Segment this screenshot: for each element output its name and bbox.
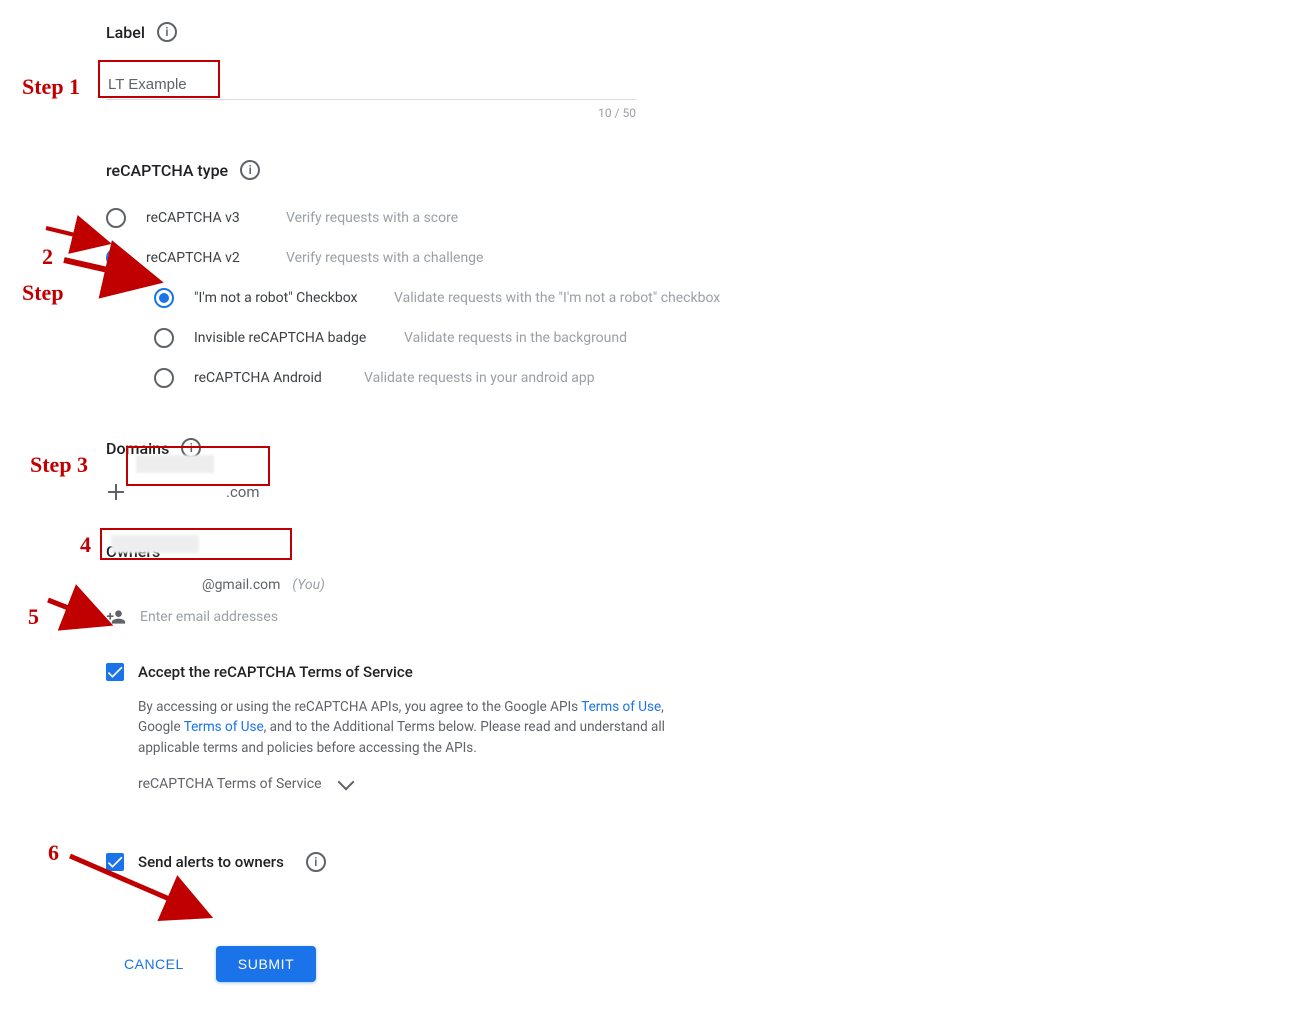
radio-v3[interactable] — [106, 208, 126, 228]
radio-v2[interactable] — [106, 248, 126, 268]
annotation-step4-text: 4 — [80, 532, 91, 558]
domain-suffix: .com — [226, 483, 260, 501]
label-title-text: Label — [106, 23, 145, 42]
info-icon[interactable]: i — [157, 22, 177, 42]
radio-v3-label: reCAPTCHA v3 — [146, 210, 266, 226]
radio-v2-invisible-desc: Validate requests in the background — [404, 330, 627, 346]
tos-link-2[interactable]: Terms of Use — [184, 719, 264, 735]
annotation-step1-text: Step 1 — [22, 74, 80, 100]
tos-expand-label: reCAPTCHA Terms of Service — [138, 776, 322, 792]
radio-v2-checkbox[interactable] — [154, 288, 174, 308]
tos-body: By accessing or using the reCAPTCHA APIs… — [138, 697, 678, 758]
submit-button[interactable]: SUBMIT — [216, 946, 317, 982]
radio-v3-desc: Verify requests with a score — [286, 210, 458, 226]
info-icon[interactable]: i — [181, 438, 201, 458]
radio-v2-invisible[interactable] — [154, 328, 174, 348]
tos-checkbox-row: Accept the reCAPTCHA Terms of Service — [106, 663, 806, 681]
radio-row-v2-android: reCAPTCHA Android Validate requests in y… — [154, 358, 806, 398]
annotation-step3-text: Step 3 — [30, 452, 88, 478]
chevron-down-icon — [337, 773, 354, 790]
radio-v2-checkbox-desc: Validate requests with the "I'm not a ro… — [394, 290, 720, 306]
radio-v2-label: reCAPTCHA v2 — [146, 250, 266, 266]
owner-row-0: @gmail.com (You) — [106, 577, 806, 593]
radio-v2-android-desc: Validate requests in your android app — [364, 370, 595, 386]
type-section-title: reCAPTCHA type i — [106, 160, 806, 180]
tos-label: Accept the reCAPTCHA Terms of Service — [138, 663, 413, 681]
domains-section-title: Domains i — [106, 438, 806, 458]
cancel-button[interactable]: CANCEL — [120, 948, 188, 980]
radio-v2-invisible-label: Invisible reCAPTCHA badge — [194, 330, 384, 346]
info-icon[interactable]: i — [240, 160, 260, 180]
type-title-text: reCAPTCHA type — [106, 161, 228, 180]
owner-email-suffix: @gmail.com — [202, 577, 280, 593]
annotation-step6-text: 6 — [48, 840, 59, 866]
plus-icon — [106, 482, 126, 502]
radio-row-v2: reCAPTCHA v2 Verify requests with a chal… — [106, 238, 806, 278]
radio-row-v2-invisible: Invisible reCAPTCHA badge Validate reque… — [154, 318, 806, 358]
annotation-step2-num: 2 — [42, 244, 53, 270]
domain-entry-row[interactable]: .com — [106, 482, 806, 502]
label-section-title: Label i — [106, 22, 806, 42]
annotation-step2-text: Step — [22, 280, 64, 306]
alerts-checkbox-row: Send alerts to owners i — [106, 852, 806, 872]
tos-link-1[interactable]: Terms of Use — [581, 699, 661, 715]
radio-v2-android[interactable] — [154, 368, 174, 388]
owners-title-text: Owners — [106, 542, 160, 561]
tos-checkbox[interactable] — [106, 663, 124, 681]
owners-section-title: Owners — [106, 542, 806, 561]
person-add-icon — [106, 607, 126, 627]
domains-title-text: Domains — [106, 439, 169, 458]
radio-v2-desc: Verify requests with a challenge — [286, 250, 483, 266]
label-input[interactable] — [106, 70, 636, 100]
owner-you-label: (You) — [292, 577, 324, 593]
label-char-counter: 10 / 50 — [106, 106, 636, 120]
radio-v2-checkbox-label: "I'm not a robot" Checkbox — [194, 290, 374, 306]
add-owner-placeholder: Enter email addresses — [140, 609, 278, 625]
info-icon[interactable]: i — [306, 852, 326, 872]
alerts-label: Send alerts to owners — [138, 853, 284, 871]
alerts-checkbox[interactable] — [106, 853, 124, 871]
annotation-step5-text: 5 — [28, 604, 39, 630]
tos-expand[interactable]: reCAPTCHA Terms of Service — [138, 776, 806, 792]
radio-row-v3: reCAPTCHA v3 Verify requests with a scor… — [106, 198, 806, 238]
radio-row-v2-checkbox: "I'm not a robot" Checkbox Validate requ… — [154, 278, 806, 318]
add-owner-row[interactable]: Enter email addresses — [106, 607, 806, 627]
radio-v2-android-label: reCAPTCHA Android — [194, 370, 344, 386]
